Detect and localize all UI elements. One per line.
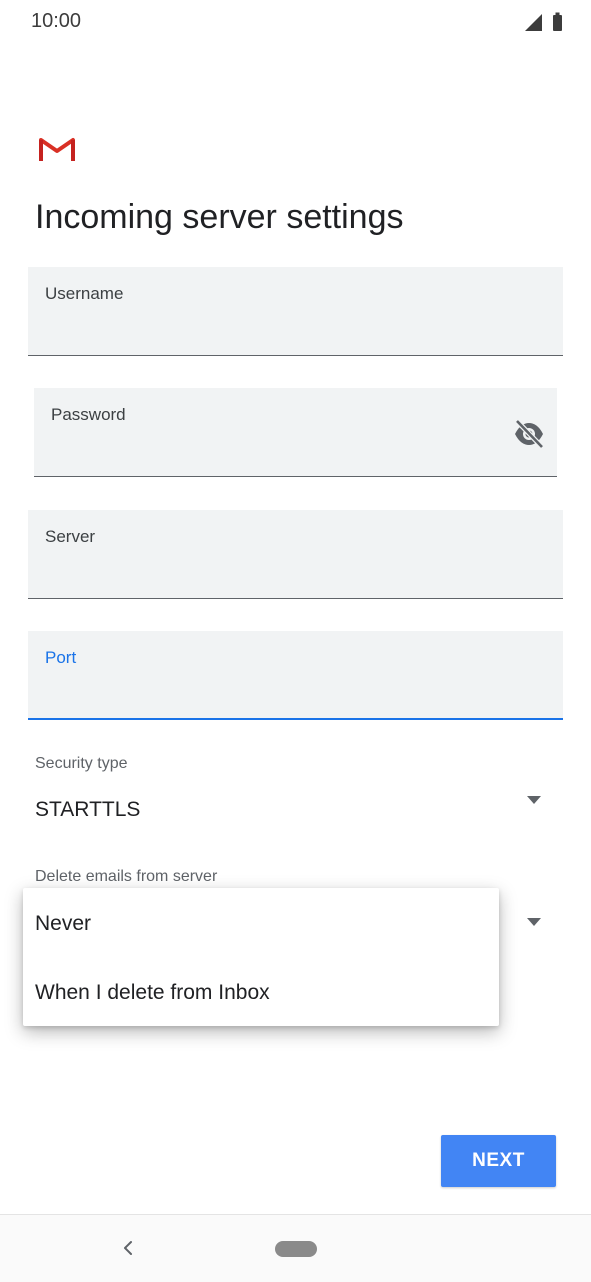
battery-icon bbox=[553, 15, 562, 31]
screen: 10:00 Incoming server settings Username … bbox=[0, 0, 591, 1282]
status-icons bbox=[525, 12, 565, 32]
port-label: Port bbox=[45, 648, 77, 667]
server-field[interactable]: Server bbox=[28, 510, 563, 599]
menu-item-never[interactable]: Never bbox=[35, 912, 91, 936]
username-input[interactable] bbox=[45, 317, 485, 345]
page-title: Incoming server settings bbox=[35, 198, 404, 236]
navigation-bar bbox=[0, 1214, 591, 1282]
delete-emails-label: Delete emails from server bbox=[35, 868, 218, 885]
security-type-dropdown-icon[interactable] bbox=[525, 795, 543, 805]
visibility-off-icon[interactable] bbox=[511, 416, 547, 452]
password-input[interactable] bbox=[51, 438, 471, 466]
port-field[interactable]: Port bbox=[28, 631, 563, 720]
server-label: Server bbox=[45, 527, 96, 546]
username-field[interactable]: Username bbox=[28, 267, 563, 356]
password-field[interactable]: Password bbox=[34, 388, 557, 477]
next-button[interactable]: NEXT bbox=[441, 1135, 556, 1187]
menu-item-when-delete-from-inbox[interactable]: When I delete from Inbox bbox=[35, 981, 270, 1005]
gmail-logo-icon bbox=[39, 138, 75, 161]
password-label: Password bbox=[51, 405, 126, 424]
port-input[interactable] bbox=[45, 680, 485, 708]
server-input[interactable] bbox=[45, 560, 485, 588]
status-time: 10:00 bbox=[31, 10, 82, 32]
username-label: Username bbox=[45, 284, 124, 303]
security-type-select[interactable]: STARTTLS bbox=[35, 798, 140, 822]
security-type-label: Security type bbox=[35, 755, 128, 772]
status-bar: 10:00 bbox=[0, 0, 591, 46]
delete-emails-dropdown-icon[interactable] bbox=[525, 917, 543, 927]
delete-emails-menu: Never When I delete from Inbox bbox=[23, 888, 499, 1026]
home-pill-icon[interactable] bbox=[275, 1241, 317, 1257]
back-icon[interactable] bbox=[118, 1237, 136, 1259]
signal-icon bbox=[525, 12, 562, 31]
